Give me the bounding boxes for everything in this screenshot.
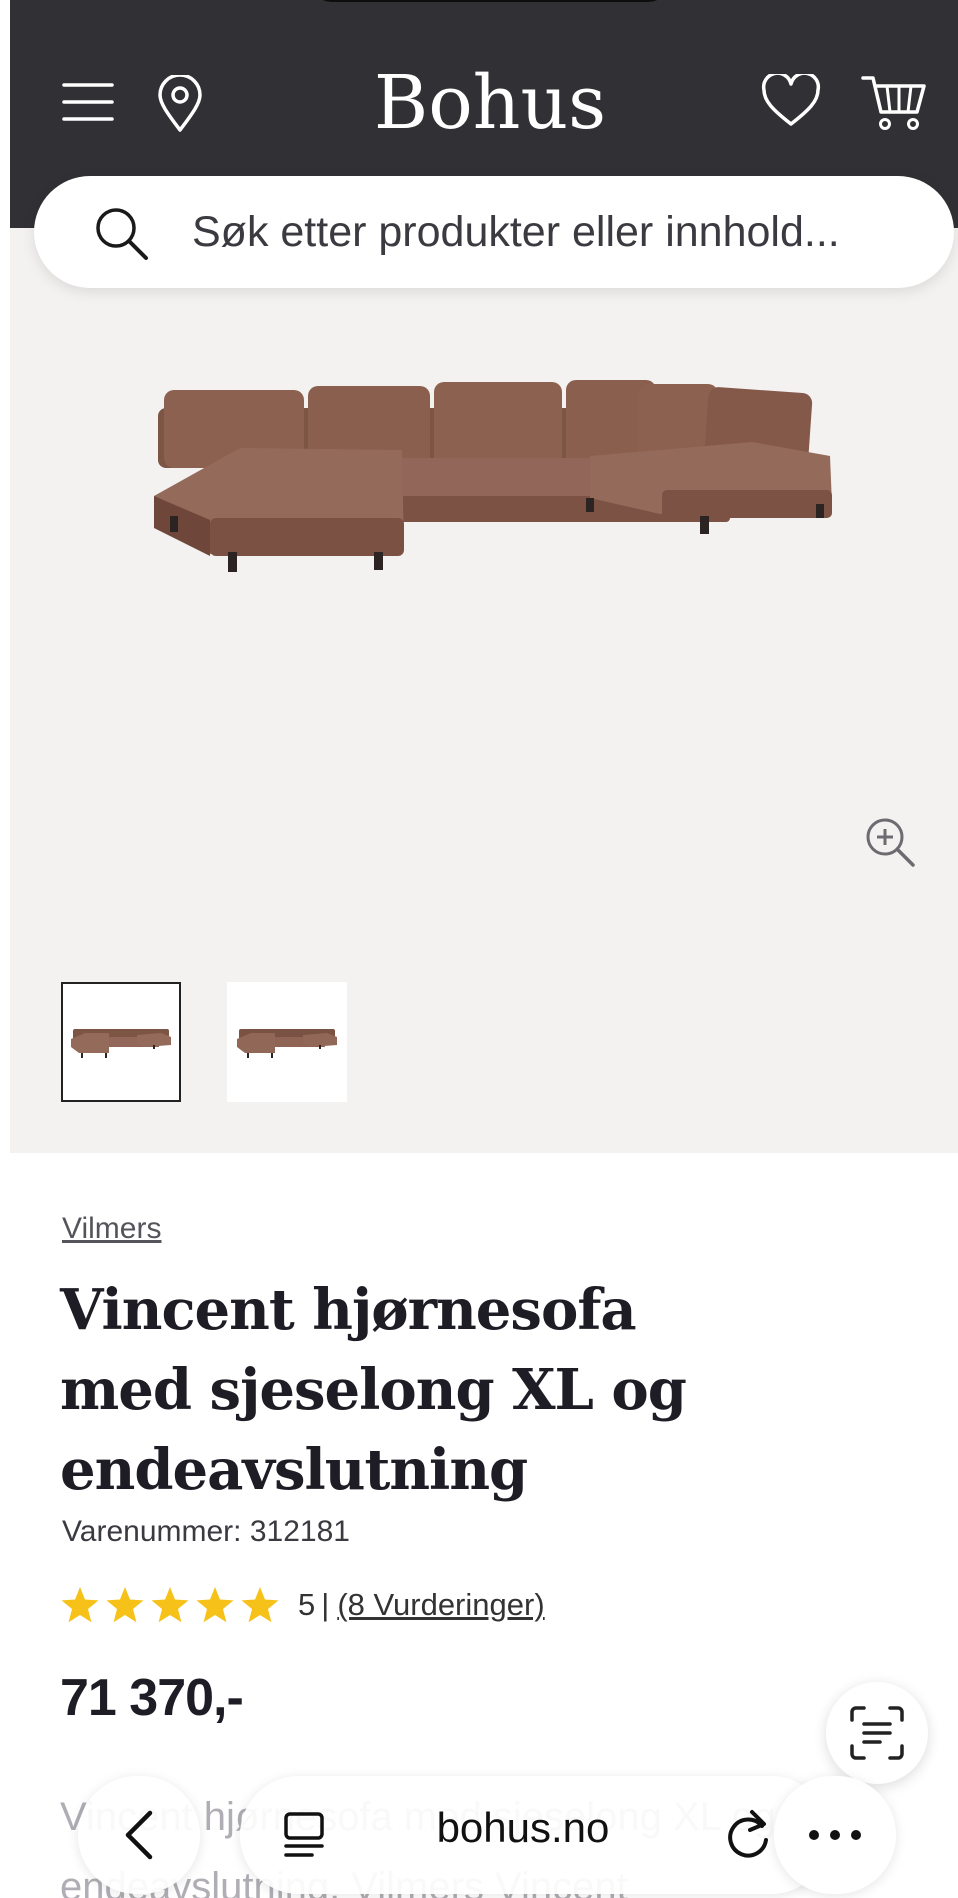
site-logo[interactable]: Bohus xyxy=(340,58,640,148)
menu-button[interactable] xyxy=(58,72,118,132)
product-sku: Varenummer: 312181 xyxy=(62,1515,350,1548)
favorites-button[interactable] xyxy=(758,70,824,132)
reader-icon[interactable] xyxy=(280,1810,328,1860)
product-price: 71 370,- xyxy=(60,1669,244,1727)
reviews-link[interactable]: (8 Vurderinger) xyxy=(337,1587,544,1623)
menu-icon xyxy=(62,83,114,121)
chat-button[interactable] xyxy=(826,1682,928,1784)
cart-button[interactable] xyxy=(858,70,930,134)
heart-icon xyxy=(761,74,821,126)
device-notch xyxy=(310,0,670,2)
gallery-thumbnail-2[interactable] xyxy=(227,982,347,1102)
star-icon xyxy=(196,1587,234,1623)
search-bar xyxy=(34,176,954,288)
search-icon xyxy=(96,208,148,260)
more-icon xyxy=(809,1830,861,1840)
rating-stars xyxy=(60,1585,280,1625)
store-locator-button[interactable] xyxy=(150,72,210,136)
search-input[interactable] xyxy=(192,202,912,262)
chat-icon xyxy=(850,1706,904,1760)
star-icon xyxy=(241,1587,279,1623)
browser-toolbar: bohus.no xyxy=(78,1776,898,1894)
rating-summary: 5 | (8 Vurderinger) xyxy=(60,1582,545,1628)
rating-score: 5 xyxy=(298,1587,316,1622)
thumbnail-image xyxy=(71,1029,171,1058)
reload-icon[interactable] xyxy=(722,1808,774,1862)
brand-link[interactable]: Vilmers xyxy=(62,1212,161,1246)
star-icon xyxy=(106,1587,144,1623)
product-main-image[interactable] xyxy=(140,378,840,618)
product-title: Vincent hjørnesofa med sjeselong XL og e… xyxy=(60,1277,687,1503)
thumbnail-image xyxy=(237,1029,337,1058)
star-icon xyxy=(151,1587,189,1623)
zoom-in-icon xyxy=(866,818,915,867)
browser-url: bohus.no xyxy=(436,1804,610,1851)
star-icon xyxy=(61,1587,99,1623)
gallery-thumbnail-1[interactable] xyxy=(61,982,181,1102)
browser-address-bar[interactable]: bohus.no xyxy=(240,1776,830,1894)
rating-separator: | xyxy=(321,1587,330,1622)
left-edge xyxy=(0,0,10,1898)
cart-icon xyxy=(861,76,926,130)
zoom-button[interactable] xyxy=(858,810,922,874)
location-pin-icon xyxy=(158,75,202,132)
browser-back-button[interactable] xyxy=(78,1776,200,1894)
chevron-left-icon xyxy=(125,1810,153,1860)
browser-more-button[interactable] xyxy=(774,1776,896,1894)
